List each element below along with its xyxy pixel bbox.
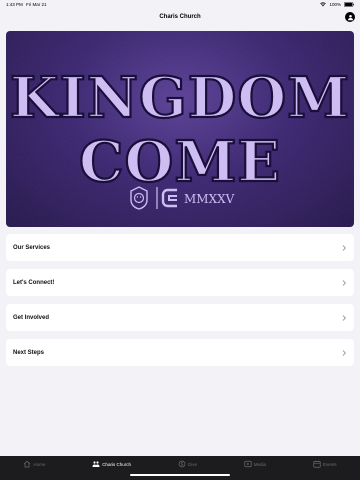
menu-item-our-services[interactable]: Our Services xyxy=(6,234,354,261)
tab-label: Events xyxy=(322,461,337,467)
tab-give[interactable]: Give xyxy=(178,460,197,468)
give-icon xyxy=(178,460,186,468)
menu-item-label: Get Involved xyxy=(13,314,50,321)
user-icon xyxy=(347,14,353,20)
menu-item-lets-connect[interactable]: Let's Connect! xyxy=(6,269,354,296)
chevron-right-icon xyxy=(342,314,346,321)
tab-bar: Home Charis Church Give Media Events xyxy=(0,456,360,480)
menu-item-label: Our Services xyxy=(13,244,51,251)
menu-item-label: Let's Connect! xyxy=(13,279,55,286)
home-indicator[interactable] xyxy=(130,474,230,476)
chevron-right-icon xyxy=(342,349,346,356)
tab-charis-church[interactable]: Charis Church xyxy=(92,460,131,468)
status-date: Fri Mar 21 xyxy=(26,2,47,7)
people-icon xyxy=(92,461,100,467)
calendar-icon xyxy=(313,460,321,468)
banner-title-line2: COME xyxy=(79,129,281,195)
menu-item-get-involved[interactable]: Get Involved xyxy=(6,304,354,331)
tab-label: Home xyxy=(33,461,46,467)
status-time: 1:43 PM xyxy=(6,2,23,7)
tab-label: Charis Church xyxy=(102,461,131,467)
nav-header: Charis Church xyxy=(0,9,360,25)
tab-label: Media xyxy=(253,461,267,467)
menu-item-next-steps[interactable]: Next Steps xyxy=(6,339,354,366)
play-icon xyxy=(244,460,252,468)
chevron-right-icon xyxy=(342,279,346,286)
profile-button[interactable] xyxy=(345,12,355,22)
battery-icon xyxy=(344,2,354,7)
wifi-icon xyxy=(320,2,327,7)
kingdom-come-banner[interactable]: KINGDOM COME MMXXV xyxy=(6,31,354,227)
menu-item-label: Next Steps xyxy=(13,349,45,356)
banner-title-line1: KINGDOM xyxy=(10,65,350,131)
chevron-right-icon xyxy=(342,244,346,251)
battery-percent: 100% xyxy=(329,2,341,7)
tab-events[interactable]: Events xyxy=(313,460,337,468)
home-icon xyxy=(24,460,31,468)
status-indicators: 100% xyxy=(320,2,354,7)
banner-artwork: KINGDOM COME MMXXV xyxy=(9,64,350,210)
tab-label: Give xyxy=(187,461,197,467)
tab-media[interactable]: Media xyxy=(244,460,266,468)
page-title: Charis Church xyxy=(159,14,201,20)
banner-year: MMXXV xyxy=(184,192,235,206)
tab-home[interactable]: Home xyxy=(23,460,45,468)
status-bar: 1:43 PM Fri Mar 21 100% xyxy=(0,0,360,9)
